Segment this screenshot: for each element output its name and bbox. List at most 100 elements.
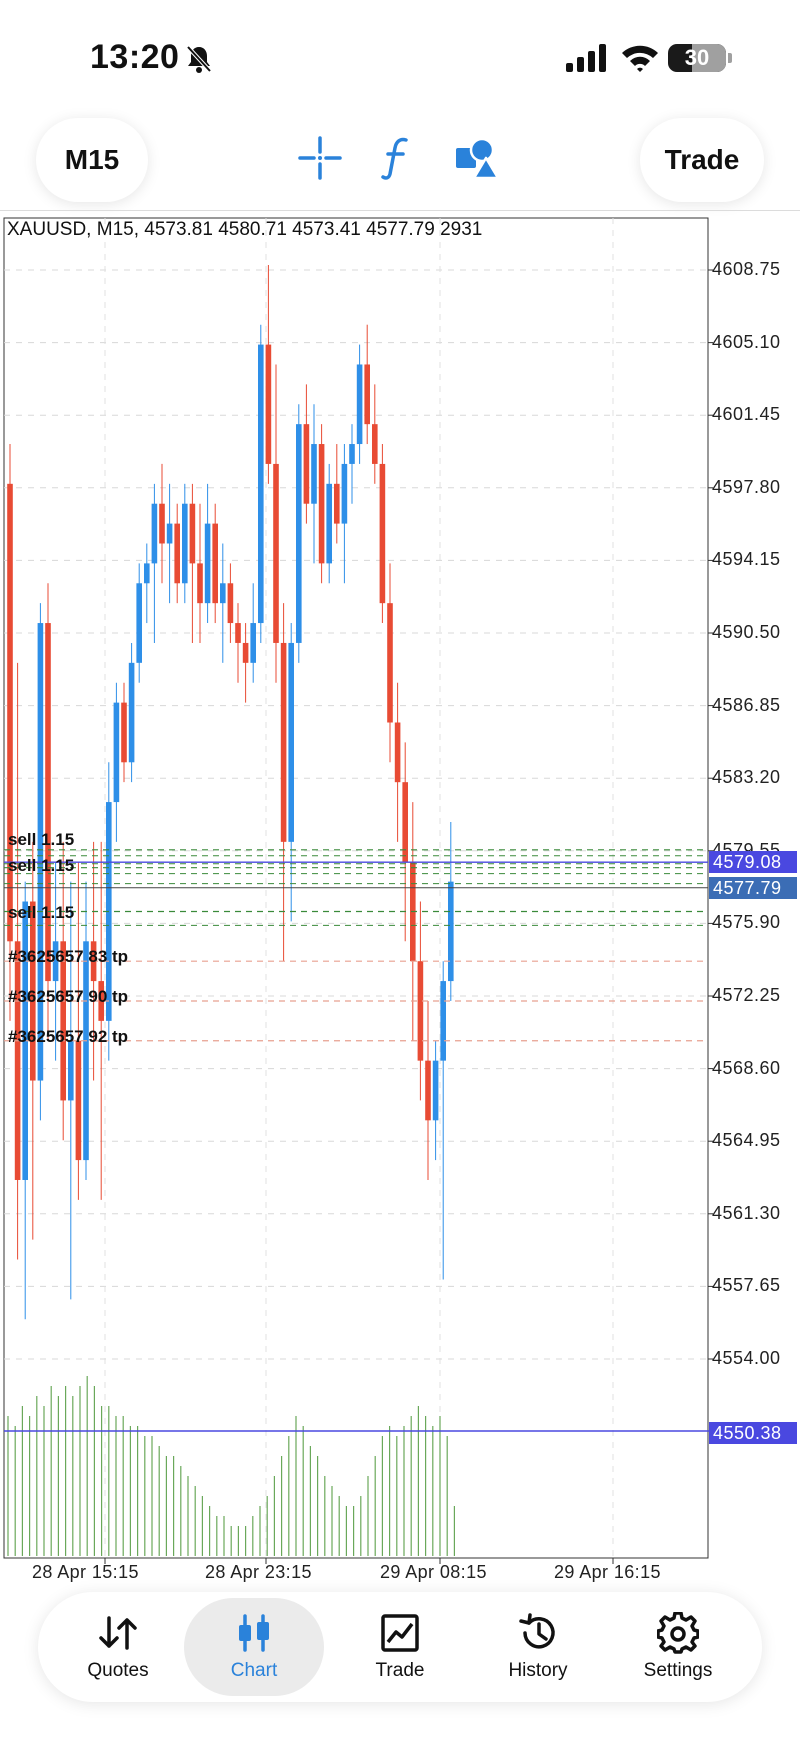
order-label: sell 1.15 (8, 829, 75, 849)
history-icon (519, 1613, 555, 1649)
order-label: #3625657 92 tp (8, 1026, 129, 1046)
candle-body (144, 563, 150, 584)
order-label: #3625657 90 tp (8, 986, 129, 1006)
candle-body (75, 1040, 82, 1161)
candle-body (379, 463, 386, 604)
candle-body (166, 523, 173, 544)
candle-body (37, 623, 44, 1081)
candle-body (280, 642, 287, 842)
time-tick-label: 28 Apr 15:15 (32, 1562, 139, 1582)
bid-price-label: 4577.79 (709, 876, 797, 899)
price-tick-label: 4568.60 (712, 1057, 781, 1078)
candle-body (14, 941, 21, 1180)
tab-history[interactable]: History (468, 1598, 608, 1696)
candle-body (296, 424, 302, 643)
function-icon[interactable] (374, 134, 422, 182)
tab-trade[interactable]: Trade (330, 1598, 470, 1696)
candle-body (334, 483, 340, 524)
candle-body (273, 463, 279, 643)
bottom-tab-bar: Quotes Chart Trade History Settings (38, 1592, 762, 1702)
price-tick-label: 4597.80 (712, 476, 781, 497)
candle-body (394, 722, 401, 783)
price-tick-label: 4554.00 (712, 1348, 781, 1368)
ask-price-label: 4579.08 (709, 851, 797, 874)
candlestick-icon (239, 1614, 269, 1652)
candle-body (128, 662, 135, 763)
price-tick-label: 4572.25 (712, 985, 781, 1005)
candle-body (265, 344, 272, 464)
price-tick-label: 4605.10 (712, 331, 781, 352)
status-time: 13:20 (90, 38, 180, 76)
candle-body (159, 503, 165, 544)
battery-tip (728, 53, 732, 63)
candle-body (212, 523, 218, 604)
candle-body (288, 642, 294, 842)
candle-body (356, 364, 363, 445)
price-chart[interactable] (0, 212, 800, 1568)
price-tick-label: 4601.45 (712, 404, 781, 425)
candle-body (372, 424, 378, 464)
cellular-signal-icon (566, 44, 606, 72)
status-bar: 13:20 30 (0, 0, 800, 110)
price-tick-label: 4586.85 (712, 694, 781, 715)
candle-body (303, 424, 310, 504)
tab-chart[interactable]: Chart (184, 1598, 324, 1696)
gear-icon (657, 1612, 699, 1654)
candle-body (364, 364, 370, 425)
candle-body (242, 642, 249, 663)
toolbar-divider (0, 210, 800, 211)
price-tick-label: 4594.15 (712, 549, 781, 570)
price-tick-label: 4561.30 (712, 1202, 781, 1223)
candle-body (45, 623, 51, 982)
tab-label: Trade (375, 1660, 425, 1681)
tab-settings[interactable]: Settings (608, 1598, 748, 1696)
candle-body (235, 623, 241, 643)
battery-level: 30 (684, 45, 710, 70)
wifi-icon (622, 45, 658, 72)
crosshair-icon[interactable] (296, 134, 344, 182)
order-label: sell 1.15 (8, 903, 75, 923)
chart-info-header: XAUUSD, M15, 4573.81 4580.71 4573.41 457… (7, 219, 483, 240)
candle-body (113, 702, 120, 803)
price-tick-label: 4590.50 (712, 622, 781, 642)
tab-label: Quotes (87, 1660, 149, 1681)
candle-body (311, 444, 317, 504)
timeframe-button[interactable]: M15 (36, 118, 148, 202)
candle-body (425, 1060, 431, 1121)
objects-icon[interactable] (452, 134, 500, 182)
price-tick-label: 4583.20 (712, 767, 781, 788)
candle-body (349, 444, 355, 464)
trade-button[interactable]: Trade (640, 118, 764, 202)
time-tick-label: 28 Apr 23:15 (205, 1562, 312, 1582)
candle-body (387, 603, 393, 723)
candle-body (151, 503, 158, 564)
tab-label: Chart (230, 1660, 278, 1681)
chart-toolbar: M15 Trade (0, 110, 800, 211)
time-tick-label: 29 Apr 08:15 (380, 1562, 487, 1582)
candle-body (189, 503, 196, 564)
order-label: sell 1.15 (8, 855, 75, 875)
candle-body (318, 444, 325, 564)
time-tick-label: 29 Apr 16:15 (554, 1562, 661, 1582)
candle-body (432, 1060, 439, 1121)
battery-icon: 30 (668, 44, 726, 72)
candle-body (174, 523, 180, 584)
tab-quotes[interactable]: Quotes (48, 1598, 188, 1696)
order-label: #3625657 83 tp (8, 947, 129, 967)
candle-body (417, 961, 424, 1061)
candle-body (182, 503, 188, 584)
candle-body (204, 523, 211, 604)
tab-label: Settings (643, 1660, 713, 1681)
candle-body (227, 583, 234, 624)
price-tick-label: 4557.65 (712, 1275, 781, 1296)
price-tick-label: 4575.90 (712, 912, 781, 933)
candle-body (448, 881, 454, 982)
candle-body (440, 981, 446, 1061)
candle-body (258, 344, 264, 624)
candle-body (220, 583, 226, 604)
candle-body (326, 483, 332, 564)
candle-body (121, 702, 127, 763)
price-tick-label: 4564.95 (712, 1130, 781, 1151)
tab-label: History (508, 1660, 568, 1681)
price-tick-label: 4608.75 (712, 259, 781, 279)
